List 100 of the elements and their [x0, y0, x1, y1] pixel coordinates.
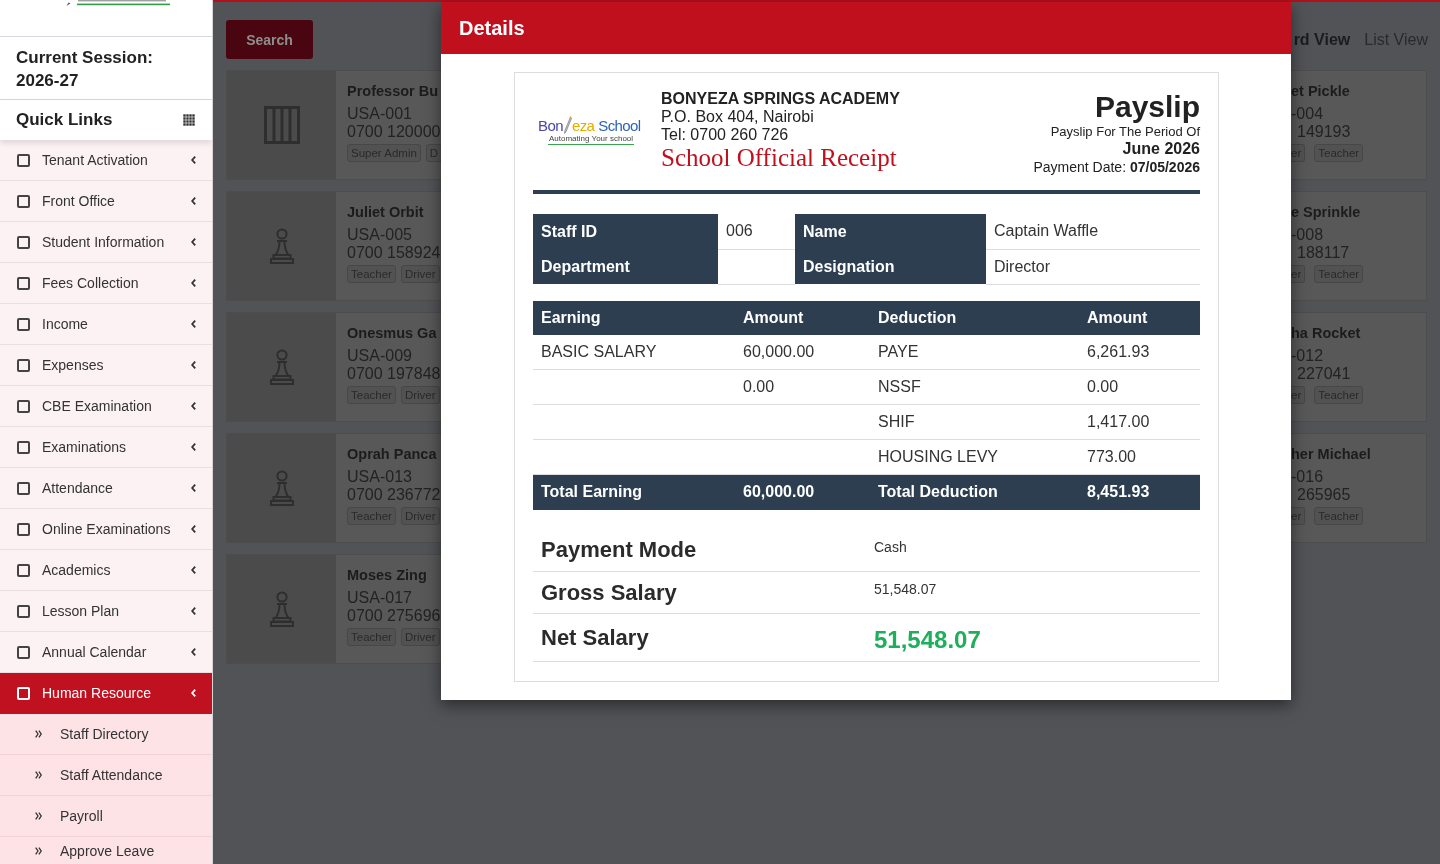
pawn-icon — [268, 228, 295, 264]
square-icon — [17, 194, 30, 208]
chevron-left-icon — [191, 197, 196, 205]
table-cell: 60,000.00 — [735, 334, 870, 370]
summary-value: 51,548.07 — [874, 613, 1200, 662]
chevron-left-icon — [191, 279, 196, 287]
menu-item[interactable]: Academics — [0, 550, 212, 591]
submenu-item[interactable]: Staff Attendance — [0, 755, 212, 796]
school-name: BONYEZA SPRINGS ACADEMY — [661, 90, 900, 108]
total-cell: 8,451.93 — [1079, 474, 1200, 510]
pawn-icon — [268, 591, 295, 627]
menu-item[interactable]: Fees Collection — [0, 263, 212, 304]
chevron-left-icon — [191, 361, 196, 369]
square-icon — [17, 645, 30, 659]
submenu-item[interactable]: Payroll — [0, 796, 212, 837]
submenu-item[interactable]: Approve Leave — [0, 837, 212, 864]
total-cell: Total Earning — [533, 474, 735, 510]
square-icon — [17, 686, 30, 700]
staff-name: Onesmus Ga — [347, 324, 437, 342]
logo-text: School — [598, 117, 641, 134]
chevron-left-icon — [191, 525, 196, 533]
table-cell: BASIC SALARY — [533, 334, 735, 370]
menu-item[interactable]: Online Examinations — [0, 509, 212, 550]
cropped-logo-icon — [66, 0, 170, 6]
chevron-left-icon — [191, 648, 196, 656]
table-cell: SHIF — [870, 404, 1079, 440]
staff-name: her Michael — [1291, 445, 1371, 463]
chevron-left-icon — [191, 484, 196, 492]
summary-label: Gross Salary — [533, 571, 874, 614]
chevron-left-icon — [191, 566, 196, 574]
staff-name: Moses Zing — [347, 566, 427, 584]
square-icon — [17, 440, 30, 454]
logo-text: Bon — [538, 117, 563, 134]
chevron-left-icon — [191, 156, 196, 164]
pawn-icon — [268, 470, 295, 506]
column-header: Amount — [735, 300, 870, 335]
period-label: Payslip For The Period Of — [1050, 124, 1200, 140]
menu-item[interactable]: Expenses — [0, 345, 212, 386]
menu-item[interactable]: Human Resource — [0, 673, 212, 714]
menu-item[interactable]: Front Office — [0, 181, 212, 222]
columns-icon — [263, 106, 300, 144]
double-chevron-icon — [35, 771, 42, 779]
table-cell: 0.00 — [735, 369, 870, 405]
square-icon — [17, 563, 30, 577]
column-header: Amount — [1079, 300, 1200, 335]
table-cell: 773.00 — [1079, 439, 1200, 475]
menu-item[interactable]: Annual Calendar — [0, 632, 212, 673]
menu-item[interactable]: Examinations — [0, 427, 212, 468]
total-cell: 60,000.00 — [735, 474, 870, 510]
menu-item[interactable]: Tenant Activation — [0, 140, 212, 181]
double-chevron-icon — [35, 730, 42, 738]
modal-header: Details — [441, 2, 1291, 54]
double-chevron-icon — [35, 812, 42, 820]
pay-period: June 2026 — [1122, 140, 1200, 158]
logo-text: eza — [571, 117, 595, 134]
chevron-left-icon — [191, 689, 196, 697]
grid-icon[interactable] — [183, 114, 195, 126]
double-chevron-icon — [35, 847, 42, 855]
square-icon — [17, 481, 30, 495]
menu-item[interactable]: Lesson Plan — [0, 591, 212, 632]
menu-item[interactable]: Student Information — [0, 222, 212, 263]
field-value: Captain Waffle — [986, 214, 1200, 249]
session-label: Current Session: 2026-27 — [16, 47, 154, 92]
field-label: Staff ID — [533, 214, 718, 249]
search-button[interactable]: Search — [226, 20, 313, 59]
square-icon — [17, 276, 30, 290]
school-phone: Tel: 0700 260 726 — [661, 126, 789, 144]
menu-item[interactable]: Income — [0, 304, 212, 345]
menu-item[interactable]: Attendance — [0, 468, 212, 509]
school-address: P.O. Box 404, Nairobi — [661, 108, 814, 126]
payment-date: Payment Date: 07/05/2026 — [1033, 158, 1200, 176]
column-header: Deduction — [870, 300, 1079, 335]
logo-tagline: Automating Your school — [548, 134, 635, 145]
field-value: Director — [986, 249, 1200, 284]
square-icon — [17, 358, 30, 372]
chevron-left-icon — [191, 443, 196, 451]
table-cell: PAYE — [870, 334, 1079, 370]
square-icon — [17, 317, 30, 331]
table-cell: 6,261.93 — [1079, 334, 1200, 370]
pawn-icon — [268, 349, 295, 385]
chevron-left-icon — [191, 238, 196, 246]
table-cell: NSSF — [870, 369, 1079, 405]
table-cell: 1,417.00 — [1079, 404, 1200, 440]
chevron-left-icon — [191, 402, 196, 410]
receipt-title: School Official Receipt — [661, 144, 897, 172]
square-icon — [17, 604, 30, 618]
square-icon — [17, 522, 30, 536]
chevron-left-icon — [191, 607, 196, 615]
total-cell: Total Deduction — [870, 474, 1079, 510]
table-cell: 0.00 — [1079, 369, 1200, 405]
staff-name: Professor Bu — [347, 82, 439, 100]
submenu-item[interactable]: Staff Directory — [0, 714, 212, 755]
table-cell: HOUSING LEVY — [870, 439, 1079, 475]
menu-item[interactable]: CBE Examination — [0, 386, 212, 427]
quick-links-title: Quick Links — [16, 110, 113, 130]
field-label: Designation — [795, 249, 986, 284]
column-header: Earning — [533, 300, 735, 335]
staff-name: Juliet Orbit — [347, 203, 424, 221]
staff-name: Oprah Panca — [347, 445, 437, 463]
summary-value: Cash — [874, 529, 1200, 572]
